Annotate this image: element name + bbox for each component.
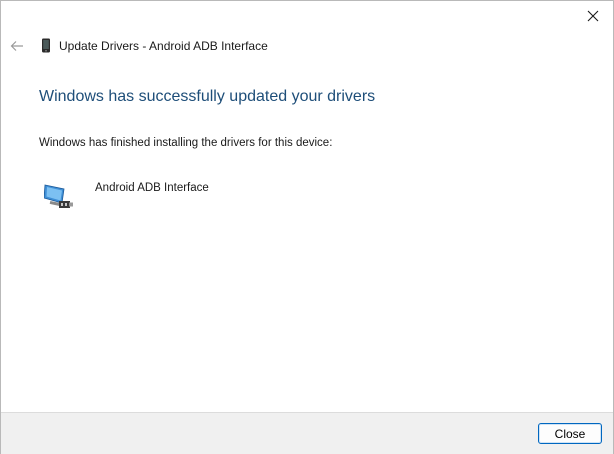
dialog-title: Update Drivers - Android ADB Interface [59, 39, 268, 53]
dialog-footer: Close [1, 412, 613, 454]
update-drivers-dialog: Update Drivers - Android ADB Interface W… [0, 0, 614, 454]
phone-icon [42, 38, 50, 53]
dialog-header: Update Drivers - Android ADB Interface [1, 33, 613, 61]
window-close-button[interactable] [579, 3, 607, 29]
usb-device-icon [44, 184, 73, 208]
back-button[interactable] [7, 36, 27, 56]
close-button[interactable]: Close [538, 423, 602, 444]
finished-description: Windows has finished installing the driv… [39, 137, 333, 149]
device-name-label: Android ADB Interface [95, 182, 209, 194]
arrow-left-icon [10, 41, 23, 51]
success-heading: Windows has successfully updated your dr… [39, 88, 376, 105]
close-icon [587, 10, 599, 22]
